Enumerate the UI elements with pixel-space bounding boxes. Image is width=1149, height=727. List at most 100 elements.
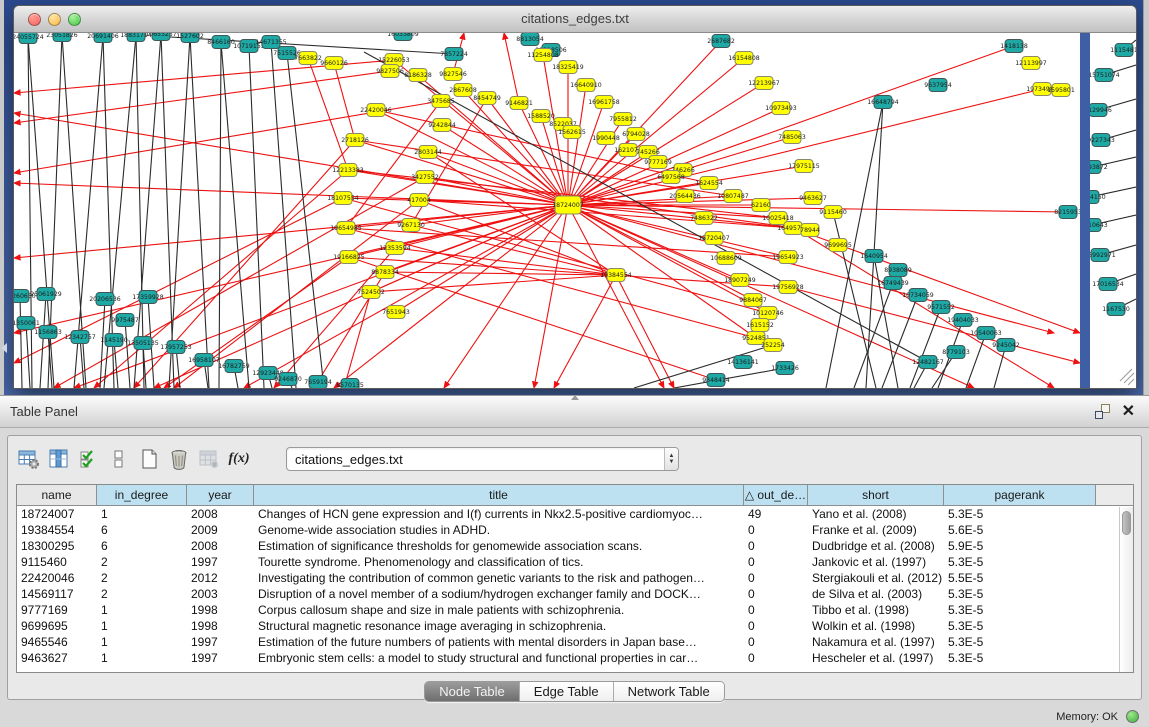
panel-collapse-arrow-icon[interactable] xyxy=(1,343,7,353)
network-window[interactable]: citations_edges.txt 2405572423051826 xyxy=(13,5,1137,389)
table-cell[interactable]: 9699695 xyxy=(17,618,97,634)
tab-network-table[interactable]: Network Table xyxy=(614,682,724,701)
table-cell[interactable]: Corpus callosum shape and size in male p… xyxy=(254,602,744,618)
table-row[interactable]: 969969511998Structural magnetic resonanc… xyxy=(17,618,1133,634)
table-cell[interactable]: 0 xyxy=(744,570,808,586)
table-cell[interactable]: Disruption of a novel member of a sodium… xyxy=(254,586,744,602)
column-header-in_degree[interactable]: in_degree xyxy=(97,485,187,505)
table-row[interactable]: 1830029562008Estimation of significance … xyxy=(17,538,1133,554)
table-cell[interactable]: 2 xyxy=(97,554,187,570)
table-cell[interactable]: 5.6E-5 xyxy=(944,522,1096,538)
table-cell[interactable]: 0 xyxy=(744,522,808,538)
table-cell[interactable]: 9777169 xyxy=(17,602,97,618)
background-network-canvas[interactable]: 1115481157510749129946922734312093872124… xyxy=(1090,33,1136,388)
delete-table-button-disabled[interactable] xyxy=(196,446,222,472)
table-cell[interactable]: 49 xyxy=(744,506,808,522)
table-cell[interactable]: 5.5E-5 xyxy=(944,570,1096,586)
table-cell[interactable]: 9465546 xyxy=(17,634,97,650)
table-cell[interactable]: 22420046 xyxy=(17,570,97,586)
table-cell[interactable]: Hescheler et al. (1997) xyxy=(808,650,944,666)
table-column-settings-button[interactable] xyxy=(16,446,42,472)
table-row[interactable]: 1456911722003Disruption of a novel membe… xyxy=(17,586,1133,602)
table-cell[interactable]: 9463627 xyxy=(17,650,97,666)
table-cell[interactable]: 5.3E-5 xyxy=(944,634,1096,650)
table-cell[interactable]: 18724007 xyxy=(17,506,97,522)
table-cell[interactable]: 1997 xyxy=(187,554,254,570)
table-cell[interactable]: 1998 xyxy=(187,602,254,618)
table-cell[interactable]: 2 xyxy=(97,570,187,586)
table-cell[interactable]: 14569117 xyxy=(17,586,97,602)
table-row[interactable]: 946362711997Embryonic stem cells: a mode… xyxy=(17,650,1133,666)
table-scrollbar-thumb[interactable] xyxy=(1122,511,1131,535)
table-cell[interactable]: Nakamura et al. (1997) xyxy=(808,634,944,650)
table-row[interactable]: 2242004622012Investigating the contribut… xyxy=(17,570,1133,586)
float-panel-icon[interactable] xyxy=(1095,404,1110,419)
table-cell[interactable]: 0 xyxy=(744,586,808,602)
table-cell[interactable]: Changes of HCN gene expression and I(f) … xyxy=(254,506,744,522)
table-cell[interactable]: 5.3E-5 xyxy=(944,554,1096,570)
table-cell[interactable]: 2003 xyxy=(187,586,254,602)
tab-edge-table[interactable]: Edge Table xyxy=(520,682,614,701)
unselect-all-button[interactable] xyxy=(106,446,132,472)
table-row[interactable]: 977716911998Corpus callosum shape and si… xyxy=(17,602,1133,618)
table-cell[interactable]: 5.3E-5 xyxy=(944,650,1096,666)
table-cell[interactable]: 0 xyxy=(744,554,808,570)
table-cell[interactable]: Investigating the contribution of common… xyxy=(254,570,744,586)
divider-grip-icon[interactable] xyxy=(571,395,579,400)
table-cell[interactable]: Genome-wide association studies in ADHD. xyxy=(254,522,744,538)
delete-trash-button[interactable] xyxy=(166,446,192,472)
table-cell[interactable]: 2008 xyxy=(187,506,254,522)
select-all-button[interactable] xyxy=(76,446,102,472)
table-cell[interactable]: 5.3E-5 xyxy=(944,602,1096,618)
table-row[interactable]: 1938455462009Genome-wide association stu… xyxy=(17,522,1133,538)
table-cell[interactable]: 18300295 xyxy=(17,538,97,554)
close-panel-icon[interactable]: ✕ xyxy=(1122,404,1135,419)
table-cell[interactable]: 5.3E-5 xyxy=(944,618,1096,634)
table-cell[interactable]: Structural magnetic resonance image aver… xyxy=(254,618,744,634)
table-cell[interactable]: 0 xyxy=(744,618,808,634)
table-cell[interactable]: 1 xyxy=(97,650,187,666)
table-cell[interactable]: 2009 xyxy=(187,522,254,538)
table-cell[interactable]: de Silva et al. (2003) xyxy=(808,586,944,602)
table-cell[interactable]: 1997 xyxy=(187,634,254,650)
table-row[interactable]: 946554611997Estimation of the future num… xyxy=(17,634,1133,650)
table-cell[interactable]: Estimation of the future numbers of pati… xyxy=(254,634,744,650)
table-row[interactable]: 1872400712008Changes of HCN gene express… xyxy=(17,506,1133,522)
table-cell[interactable]: Dudbridge et al. (2008) xyxy=(808,538,944,554)
table-cell[interactable]: 0 xyxy=(744,634,808,650)
column-header-short[interactable]: short xyxy=(808,485,944,505)
column-header-name[interactable]: name xyxy=(17,485,97,505)
column-header-year[interactable]: year xyxy=(187,485,254,505)
table-cell[interactable]: 0 xyxy=(744,650,808,666)
table-scrollbar[interactable] xyxy=(1119,507,1133,672)
show-columns-button[interactable] xyxy=(46,446,72,472)
table-cell[interactable]: 1 xyxy=(97,618,187,634)
table-cell[interactable]: Estimation of significance thresholds fo… xyxy=(254,538,744,554)
table-row[interactable]: 911546021997Tourette syndrome. Phenomeno… xyxy=(17,554,1133,570)
table-cell[interactable]: Wolkin et al. (1998) xyxy=(808,618,944,634)
table-cell[interactable]: Yano et al. (2008) xyxy=(808,506,944,522)
table-cell[interactable]: 5.9E-5 xyxy=(944,538,1096,554)
table-cell[interactable]: 1 xyxy=(97,602,187,618)
table-cell[interactable]: Jankovic et al. (1997) xyxy=(808,554,944,570)
column-header-title[interactable]: title xyxy=(254,485,744,505)
table-cell[interactable]: 19384554 xyxy=(17,522,97,538)
selector-stepper-icon[interactable]: ▲▼ xyxy=(664,448,678,470)
table-cell[interactable]: 6 xyxy=(97,522,187,538)
column-header-pagerank[interactable]: pagerank xyxy=(944,485,1096,505)
table-cell[interactable]: Stergiakouli et al. (2012) xyxy=(808,570,944,586)
tab-node-table[interactable]: Node Table xyxy=(425,682,520,701)
table-cell[interactable]: 1998 xyxy=(187,618,254,634)
table-cell[interactable]: 5.3E-5 xyxy=(944,586,1096,602)
table-cell[interactable]: 0 xyxy=(744,538,808,554)
table-cell[interactable]: 2012 xyxy=(187,570,254,586)
table-cell[interactable]: 0 xyxy=(744,602,808,618)
table-cell[interactable]: 6 xyxy=(97,538,187,554)
table-cell[interactable]: Tourette syndrome. Phenomenology and cla… xyxy=(254,554,744,570)
network-table-selector[interactable]: citations_edges.txt ▲▼ xyxy=(286,447,679,471)
network-canvas[interactable]: 2405572423051826206914061883171410653257… xyxy=(14,33,1080,388)
table-cell[interactable]: Franke et al. (2009) xyxy=(808,522,944,538)
table-cell[interactable]: Tibbo et al. (1998) xyxy=(808,602,944,618)
new-document-button[interactable] xyxy=(136,446,162,472)
table-cell[interactable]: 2008 xyxy=(187,538,254,554)
